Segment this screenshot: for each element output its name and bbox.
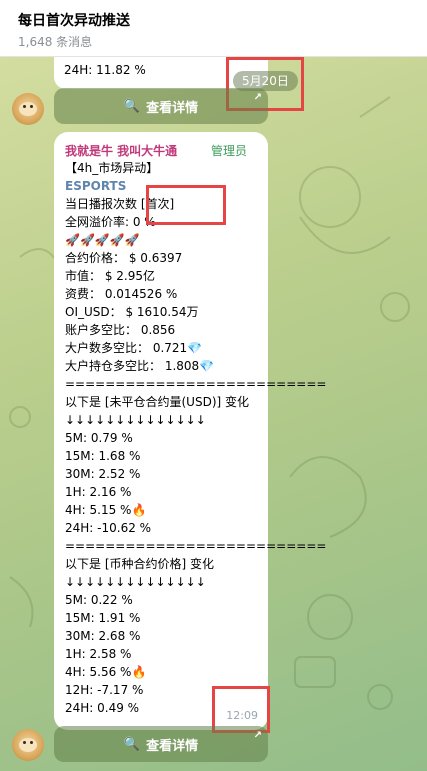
message-line: 12H: -7.17 % — [65, 683, 144, 697]
message-line: 15M: 1.68 % — [65, 449, 141, 463]
message-line: 【4h_市场异动】 — [65, 161, 159, 175]
avatar-eye — [30, 741, 33, 744]
sender-name[interactable]: 我就是牛 我叫大牛通 — [65, 142, 177, 159]
message-line: 以下是 [币种合约价格] 变化 — [65, 557, 214, 571]
message-line: 账户多空比： 0.856 — [65, 323, 176, 337]
avatar-eye — [23, 741, 26, 744]
message-line: 24H: 0.49 % — [65, 701, 140, 715]
message-line: 1H: 2.58 % — [65, 647, 132, 661]
sender-avatar[interactable] — [12, 93, 44, 125]
admin-badge: 管理员 — [211, 144, 248, 158]
message-line: ↓↓↓↓↓↓↓↓↓↓↓↓↓↓ — [65, 413, 206, 427]
magnifier-icon: 🔍 — [123, 98, 141, 114]
message-line: 以下是 [未平仓合约量(USD)] 变化 — [65, 395, 249, 409]
expand-arrow-icon: ↗ — [253, 730, 262, 741]
message-line: 资费： 0.014526 % — [65, 287, 178, 301]
message-line: 市值： $ 2.95亿 — [65, 269, 155, 283]
avatar-face — [19, 738, 37, 752]
previous-message-last-line: 24H: 11.82 % — [64, 63, 146, 77]
message-line: OI_USD： $ 1610.54万 — [65, 305, 199, 319]
sender-avatar[interactable] — [12, 729, 44, 761]
view-details-button[interactable]: 🔍 查看详情 ↗ — [54, 88, 268, 124]
chat-title: 每日首次异动推送 — [18, 13, 130, 29]
message-line: 30M: 2.52 % — [65, 467, 141, 481]
message-line: 合约价格： $ 0.6397 — [65, 251, 183, 265]
view-details-button[interactable]: 🔍 查看详情 ↗ — [54, 726, 268, 762]
message-line: ↓↓↓↓↓↓↓↓↓↓↓↓↓↓ — [65, 575, 206, 589]
message-line: 🚀🚀🚀🚀🚀 — [65, 233, 140, 247]
message-count: 1,648 条消息 — [18, 35, 93, 49]
message-line: 5M: 0.79 % — [65, 431, 133, 445]
message-line: 4H: 5.15 %🔥 — [65, 503, 147, 517]
chat-area[interactable]: 24H: 11.82 % 5月20日 🔍 查看详情 ↗ 我就是牛 我叫大牛通 管… — [0, 57, 427, 771]
message-tag[interactable]: ESPORTS — [65, 178, 126, 194]
avatar-face — [19, 102, 37, 116]
view-details-label: 查看详情 — [146, 738, 199, 754]
message-line: 30M: 2.68 % — [65, 629, 141, 643]
message-line: 15M: 1.91 % — [65, 611, 141, 625]
message-line: 大户持仓多空比： 1.808💎 — [65, 359, 215, 373]
avatar-eye — [23, 105, 26, 108]
message-line: 4H: 5.56 %🔥 — [65, 665, 147, 679]
message-line: ========================== — [65, 377, 327, 391]
message-line: 全网溢价率: 0 % — [65, 215, 156, 229]
view-details-label: 查看详情 — [146, 100, 199, 116]
expand-arrow-icon: ↗ — [253, 92, 262, 103]
message-line: 24H: -10.62 % — [65, 521, 152, 535]
avatar-eye — [30, 105, 33, 108]
message-line: 大户数多空比： 0.721💎 — [65, 341, 203, 355]
highlight-box-first-report — [146, 185, 226, 225]
chat-header[interactable]: 每日首次异动推送 1,648 条消息 — [0, 0, 427, 57]
magnifier-icon: 🔍 — [123, 736, 141, 752]
message-line: ========================== — [65, 539, 327, 553]
message-line: 5M: 0.22 % — [65, 593, 133, 607]
message-line: 1H: 2.16 % — [65, 485, 132, 499]
